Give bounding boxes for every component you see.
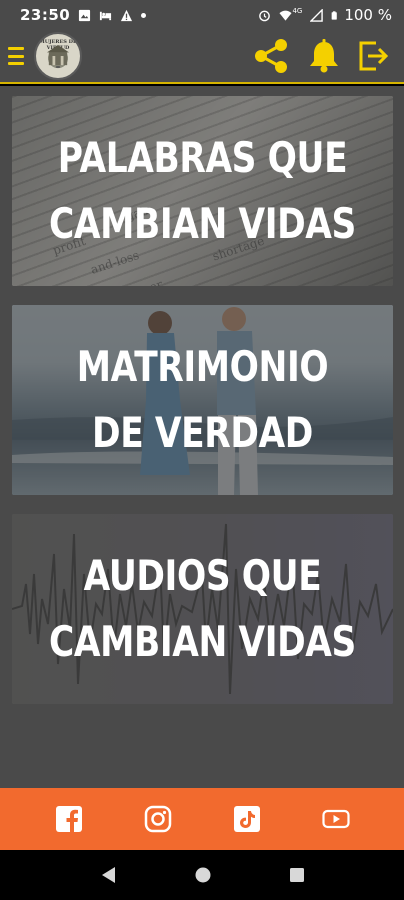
image-icon	[79, 9, 91, 21]
social-bar	[0, 788, 404, 850]
battery-percent: 100 %	[344, 6, 392, 24]
card-title-line-1: PALABRAS QUE	[57, 133, 348, 182]
alarm-icon	[259, 10, 271, 21]
card-title-line-1: AUDIOS QUE	[83, 551, 322, 600]
card-title-line-2: DE VERDAD	[92, 408, 313, 457]
instagram-icon[interactable]	[144, 805, 172, 833]
card-title: MATRIMONIO DE VERDAD	[46, 334, 358, 466]
menu-button[interactable]	[8, 45, 24, 67]
card-title-line-2: CAMBIAN VIDAS	[49, 617, 356, 666]
content-area: profit gain and-loss profiteer shortage …	[0, 86, 404, 788]
dot-icon	[141, 12, 147, 18]
facebook-icon[interactable]	[55, 805, 83, 833]
card-audios-que-cambian-vidas[interactable]: AUDIOS QUE CAMBIAN VIDAS	[12, 514, 393, 704]
status-time: 23:50	[20, 6, 71, 24]
tiktok-icon[interactable]	[233, 805, 261, 833]
bed-icon	[100, 11, 112, 20]
warning-icon	[121, 9, 133, 21]
battery-icon	[331, 10, 338, 20]
card-title-line-1: MATRIMONIO	[76, 342, 329, 391]
card-title: AUDIOS QUE CAMBIAN VIDAS	[46, 543, 358, 675]
back-icon[interactable]	[99, 865, 117, 885]
card-title: PALABRAS QUE CAMBIAN VIDAS	[46, 125, 358, 257]
share-icon[interactable]	[252, 37, 290, 75]
app-logo: MUJERES DE VIRTUD	[34, 32, 82, 80]
signal-label: 4G	[292, 7, 303, 15]
youtube-icon[interactable]	[321, 805, 350, 833]
home-icon[interactable]	[194, 866, 212, 884]
wifi-icon	[279, 10, 292, 21]
card-title-line-2: CAMBIAN VIDAS	[49, 199, 356, 248]
status-bar: 23:50 4G 100 %	[0, 0, 404, 30]
app-bar: MUJERES DE VIRTUD	[0, 30, 404, 84]
card-matrimonio-de-verdad[interactable]: MATRIMONIO DE VERDAD	[12, 305, 393, 495]
card-palabras-que-cambian-vidas[interactable]: profit gain and-loss profiteer shortage …	[12, 96, 393, 286]
logout-icon[interactable]	[358, 40, 390, 72]
bell-icon[interactable]	[308, 39, 340, 73]
recents-icon[interactable]	[289, 867, 305, 883]
signal-icon	[310, 8, 324, 22]
android-nav-bar	[0, 850, 404, 900]
